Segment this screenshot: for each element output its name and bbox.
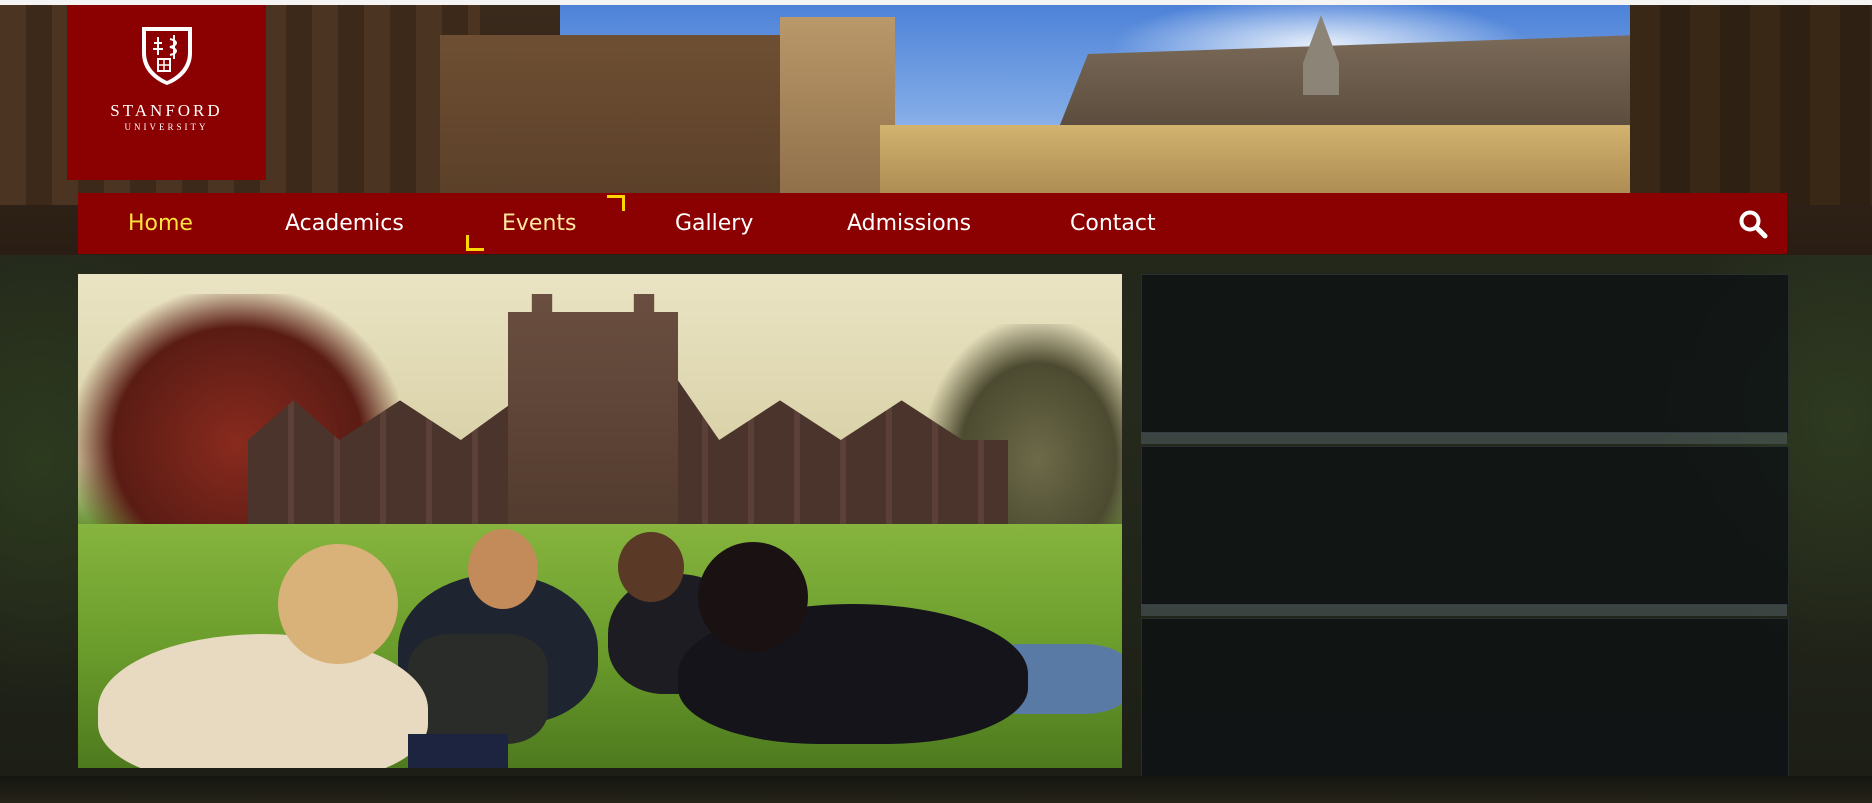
page: STANFORD UNIVERSITY Home Academics Event…: [0, 0, 1872, 803]
hover-bracket-top-right: [607, 195, 625, 211]
panel-divider: [1141, 432, 1787, 444]
side-panels: [1141, 274, 1789, 778]
banner-building-middle: [440, 35, 820, 205]
banner-wall-right: [1630, 5, 1872, 205]
shield-icon: [141, 27, 192, 85]
side-panel-1[interactable]: [1141, 274, 1789, 434]
student-2-head: [468, 529, 538, 609]
student-3-head: [618, 532, 684, 602]
hero-image: [78, 274, 1122, 768]
panel-divider: [1141, 604, 1787, 616]
search-icon[interactable]: [1737, 208, 1769, 240]
banner-tower: [780, 17, 895, 207]
side-panel-2[interactable]: [1141, 446, 1789, 606]
nav-home[interactable]: Home: [128, 193, 193, 254]
nav-gallery[interactable]: Gallery: [675, 193, 753, 254]
logo-name: STANFORD: [110, 101, 223, 120]
main-navigation: Home Academics Events Gallery Admissions…: [78, 193, 1787, 254]
hover-bracket-bottom-left: [466, 235, 484, 251]
logo-subtitle: UNIVERSITY: [124, 122, 209, 132]
student-4-head: [698, 542, 808, 652]
nav-contact[interactable]: Contact: [1070, 193, 1156, 254]
nav-academics[interactable]: Academics: [285, 193, 404, 254]
side-panel-3[interactable]: [1141, 618, 1789, 778]
book: [408, 734, 508, 768]
backpack: [408, 634, 548, 744]
nav-events[interactable]: Events: [502, 193, 577, 254]
site-logo[interactable]: STANFORD UNIVERSITY: [67, 5, 266, 180]
nav-admissions[interactable]: Admissions: [847, 193, 971, 254]
student-1-head: [278, 544, 398, 664]
bottom-band: [0, 776, 1872, 803]
